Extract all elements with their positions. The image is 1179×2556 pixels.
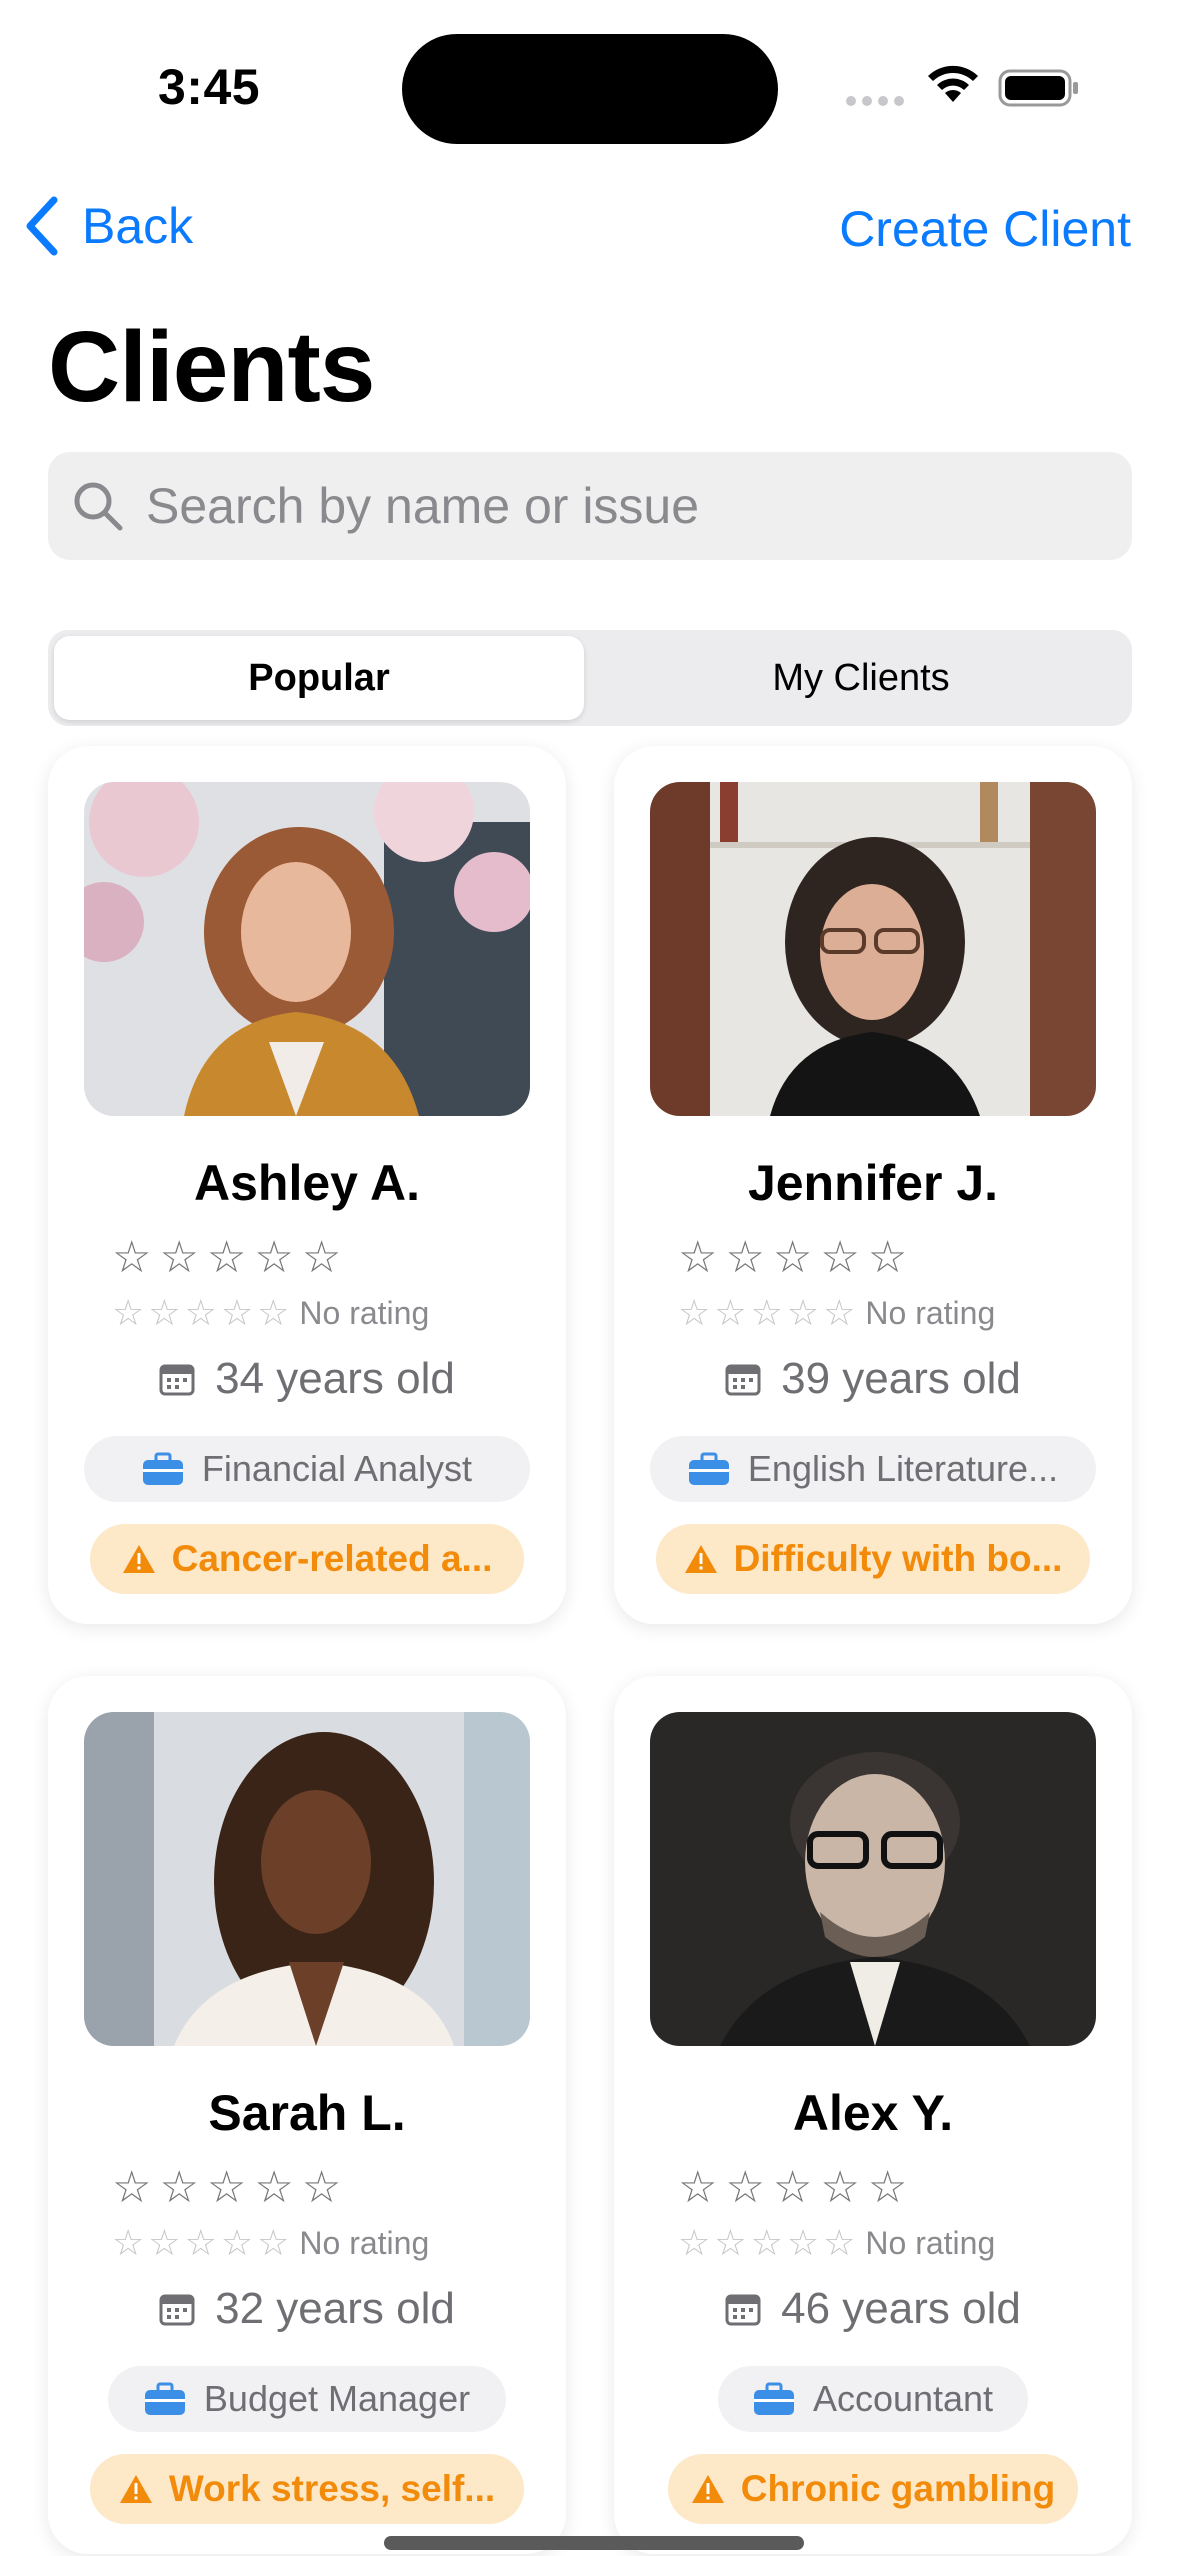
home-indicator[interactable] xyxy=(384,2536,804,2550)
rating-stars[interactable]: ☆ ☆ ☆ ☆ ☆ xyxy=(678,2162,907,2213)
chevron-left-icon xyxy=(26,196,58,256)
occupation-badge: Accountant xyxy=(718,2366,1028,2432)
rating-label: No rating xyxy=(865,1294,996,1331)
calendar-icon xyxy=(159,1364,195,1396)
page-title: Clients xyxy=(48,311,375,423)
occupation-text: English Literature... xyxy=(747,1448,1059,1489)
create-client-button[interactable]: Create Client xyxy=(839,200,1131,258)
client-age-text: 46 years old xyxy=(781,2284,1021,2333)
issue-text: Work stress, self... xyxy=(168,2468,496,2509)
issue-text: Cancer-related a... xyxy=(171,1538,493,1579)
client-age: 34 years old xyxy=(48,1354,566,1404)
search-bar[interactable] xyxy=(48,452,1132,560)
client-photo xyxy=(650,782,1096,1116)
segment-popular[interactable]: Popular xyxy=(54,636,584,720)
calendar-icon xyxy=(159,2294,195,2326)
rating-stars[interactable]: ☆ ☆ ☆ ☆ ☆ xyxy=(112,2162,341,2213)
rating-summary: ☆ ☆ ☆ ☆ ☆ No rating xyxy=(678,1292,996,1333)
client-photo xyxy=(84,1712,530,2046)
rating-summary: ☆ ☆ ☆ ☆ ☆ No rating xyxy=(112,1292,430,1333)
calendar-icon xyxy=(725,1364,761,1396)
client-age: 46 years old xyxy=(614,2284,1132,2334)
client-card[interactable]: Jennifer J. ☆ ☆ ☆ ☆ ☆ ☆ ☆ ☆ ☆ ☆ No rating 39 year… xyxy=(614,746,1132,1624)
occupation-text: Financial Analyst xyxy=(201,1448,473,1489)
client-age: 39 years old xyxy=(614,1354,1132,1404)
client-name: Sarah L. xyxy=(208,2085,406,2141)
occupation-text: Accountant xyxy=(812,2378,994,2419)
back-label: Back xyxy=(82,198,194,254)
wifi-icon xyxy=(928,65,978,102)
occupation-badge: English Literature... xyxy=(650,1436,1096,1502)
issue-badge: Work stress, self... xyxy=(90,2454,524,2524)
issue-badge: Cancer-related a... xyxy=(90,1524,524,1594)
warning-icon xyxy=(691,2475,724,2503)
briefcase-icon xyxy=(142,1452,183,1485)
warning-icon xyxy=(119,2475,152,2503)
issue-badge: Difficulty with bo... xyxy=(656,1524,1090,1594)
battery-icon xyxy=(998,69,1078,107)
client-card[interactable]: Alex Y. ☆ ☆ ☆ ☆ ☆ ☆ ☆ ☆ ☆ ☆ No rating 46 years ol… xyxy=(614,1676,1132,2554)
rating-summary: ☆ ☆ ☆ ☆ ☆ No rating xyxy=(112,2222,430,2263)
client-age: 32 years old xyxy=(48,2284,566,2334)
briefcase-icon xyxy=(144,2382,185,2415)
issue-text: Difficulty with bo... xyxy=(733,1538,1063,1579)
warning-icon xyxy=(684,1545,717,1573)
client-card[interactable]: Sarah L. ☆ ☆ ☆ ☆ ☆ ☆ ☆ ☆ ☆ ☆ No rating 32 years o… xyxy=(48,1676,566,2554)
client-photo xyxy=(84,782,530,1116)
segmented-control: Popular My Clients xyxy=(48,630,1132,726)
segment-my-clients[interactable]: My Clients xyxy=(596,636,1126,720)
client-card[interactable]: Ashley A. ☆ ☆ ☆ ☆ ☆ ☆ ☆ ☆ ☆ ☆ No rating 34 years … xyxy=(48,746,566,1624)
occupation-badge: Financial Analyst xyxy=(84,1436,530,1502)
back-button[interactable]: Back xyxy=(24,196,193,256)
client-name: Ashley A. xyxy=(193,1155,420,1211)
client-photo xyxy=(650,1712,1096,2046)
rating-label: No rating xyxy=(299,1294,430,1331)
status-time: 3:45 xyxy=(158,59,261,115)
client-age-text: 34 years old xyxy=(215,1354,455,1403)
cellular-signal-icon xyxy=(846,96,904,106)
client-age-text: 39 years old xyxy=(781,1354,1021,1403)
rating-label: No rating xyxy=(865,2224,996,2261)
calendar-icon xyxy=(725,2294,761,2326)
search-icon xyxy=(74,482,123,531)
occupation-text: Budget Manager xyxy=(203,2378,471,2419)
client-name: Alex Y. xyxy=(792,2085,954,2141)
rating-stars[interactable]: ☆ ☆ ☆ ☆ ☆ xyxy=(112,1232,341,1283)
dynamic-island xyxy=(402,34,778,144)
rating-stars[interactable]: ☆ ☆ ☆ ☆ ☆ xyxy=(678,1232,907,1283)
client-age-text: 32 years old xyxy=(215,2284,455,2333)
briefcase-icon xyxy=(753,2382,794,2415)
search-input[interactable] xyxy=(144,476,1048,536)
client-name: Jennifer J. xyxy=(747,1155,999,1211)
rating-label: No rating xyxy=(299,2224,430,2261)
rating-summary: ☆ ☆ ☆ ☆ ☆ No rating xyxy=(678,2222,996,2263)
occupation-badge: Budget Manager xyxy=(108,2366,506,2432)
briefcase-icon xyxy=(688,1452,729,1485)
issue-text: Chronic gambling xyxy=(740,2468,1056,2509)
warning-icon xyxy=(122,1545,155,1573)
issue-badge: Chronic gambling xyxy=(668,2454,1078,2524)
